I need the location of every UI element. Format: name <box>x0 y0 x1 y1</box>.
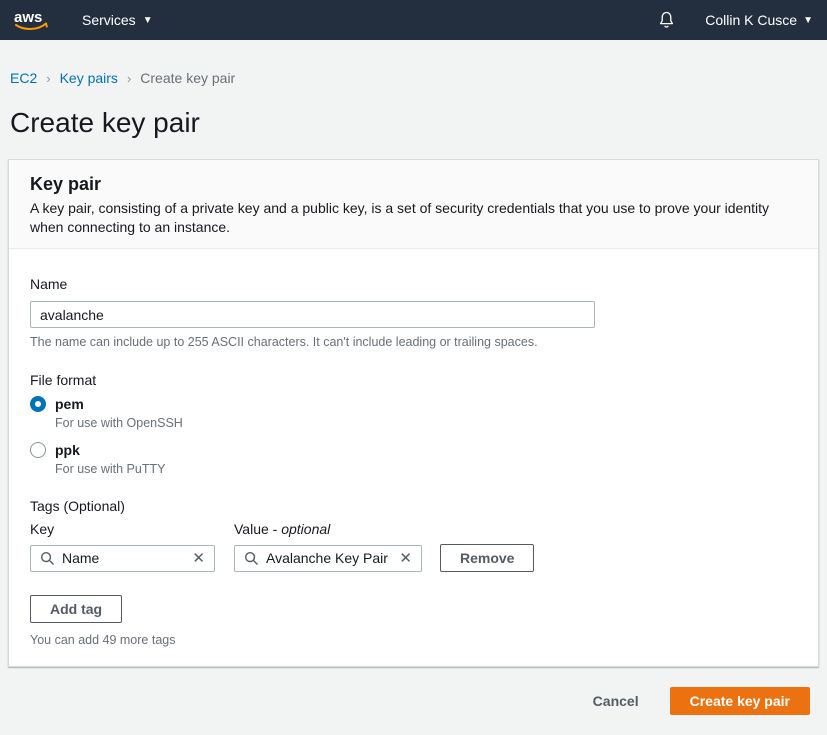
card-title: Key pair <box>30 174 798 194</box>
create-key-pair-button[interactable]: Create key pair <box>670 687 810 715</box>
tags-helper-text: You can add 49 more tags <box>30 632 798 648</box>
name-input[interactable] <box>30 301 595 328</box>
search-icon <box>244 551 259 566</box>
radio-ppk[interactable]: ppk <box>30 441 798 459</box>
card-body: Name The name can include up to 255 ASCI… <box>9 249 818 666</box>
remove-tag-button[interactable]: Remove <box>440 544 534 572</box>
radio-unselected-icon[interactable] <box>30 442 46 458</box>
footer-actions: Cancel Create key pair <box>0 687 810 715</box>
name-helper-text: The name can include up to 255 ASCII cha… <box>30 334 798 350</box>
clear-key-icon[interactable]: ✕ <box>192 551 205 566</box>
svg-text:aws: aws <box>14 9 42 26</box>
notifications-button[interactable] <box>658 11 675 29</box>
user-name: Collin K Cusce <box>705 12 797 28</box>
radio-pem-description: For use with OpenSSH <box>55 415 798 431</box>
breadcrumb-link-ec2[interactable]: EC2 <box>10 70 37 86</box>
add-tag-button[interactable]: Add tag <box>30 595 122 623</box>
search-icon <box>40 551 55 566</box>
radio-pem-label: pem <box>55 395 84 413</box>
aws-logo-icon: aws <box>12 7 50 33</box>
top-navbar: aws Services ▼ Collin K Cusce ▼ <box>0 0 827 40</box>
breadcrumb: EC2 › Key pairs › Create key pair <box>0 40 827 86</box>
cancel-button[interactable]: Cancel <box>593 693 639 709</box>
card-header: Key pair A key pair, consisting of a pri… <box>9 160 818 249</box>
tag-key-field: ✕ <box>30 545 215 572</box>
services-menu-label: Services <box>82 12 136 28</box>
tag-key-input[interactable] <box>62 550 185 566</box>
tag-column-labels: Key Value - optional <box>30 521 798 537</box>
chevron-down-icon: ▼ <box>143 15 153 26</box>
bell-icon <box>658 11 675 29</box>
tag-value-field: ✕ <box>234 545 422 572</box>
key-pair-card: Key pair A key pair, consisting of a pri… <box>8 159 819 667</box>
radio-pem[interactable]: pem <box>30 395 798 413</box>
name-label: Name <box>30 275 798 293</box>
tag-value-label: Value - optional <box>234 521 330 537</box>
chevron-down-icon: ▼ <box>803 15 813 26</box>
breadcrumb-current: Create key pair <box>140 70 235 86</box>
tag-value-input[interactable] <box>266 550 392 566</box>
radio-option-pem: pem For use with OpenSSH <box>30 395 798 431</box>
file-format-label: File format <box>30 371 798 389</box>
radio-ppk-description: For use with PuTTY <box>55 461 798 477</box>
clear-value-icon[interactable]: ✕ <box>399 551 412 566</box>
radio-ppk-label: ppk <box>55 441 80 459</box>
radio-option-ppk: ppk For use with PuTTY <box>30 441 798 477</box>
services-menu[interactable]: Services ▼ <box>82 12 153 28</box>
page-title: Create key pair <box>10 106 827 139</box>
breadcrumb-link-key-pairs[interactable]: Key pairs <box>60 70 118 86</box>
tags-section-label: Tags (Optional) <box>30 497 798 515</box>
user-menu[interactable]: Collin K Cusce ▼ <box>705 12 813 28</box>
aws-logo[interactable]: aws <box>12 7 50 33</box>
breadcrumb-separator-icon: › <box>127 71 131 86</box>
tag-editor-row: ✕ ✕ Remove <box>30 544 798 572</box>
radio-selected-icon[interactable] <box>30 396 46 412</box>
tag-value-optional-label: optional <box>281 521 330 537</box>
tag-key-label: Key <box>30 521 234 537</box>
card-description: A key pair, consisting of a private key … <box>30 199 790 237</box>
breadcrumb-separator-icon: › <box>46 71 50 86</box>
